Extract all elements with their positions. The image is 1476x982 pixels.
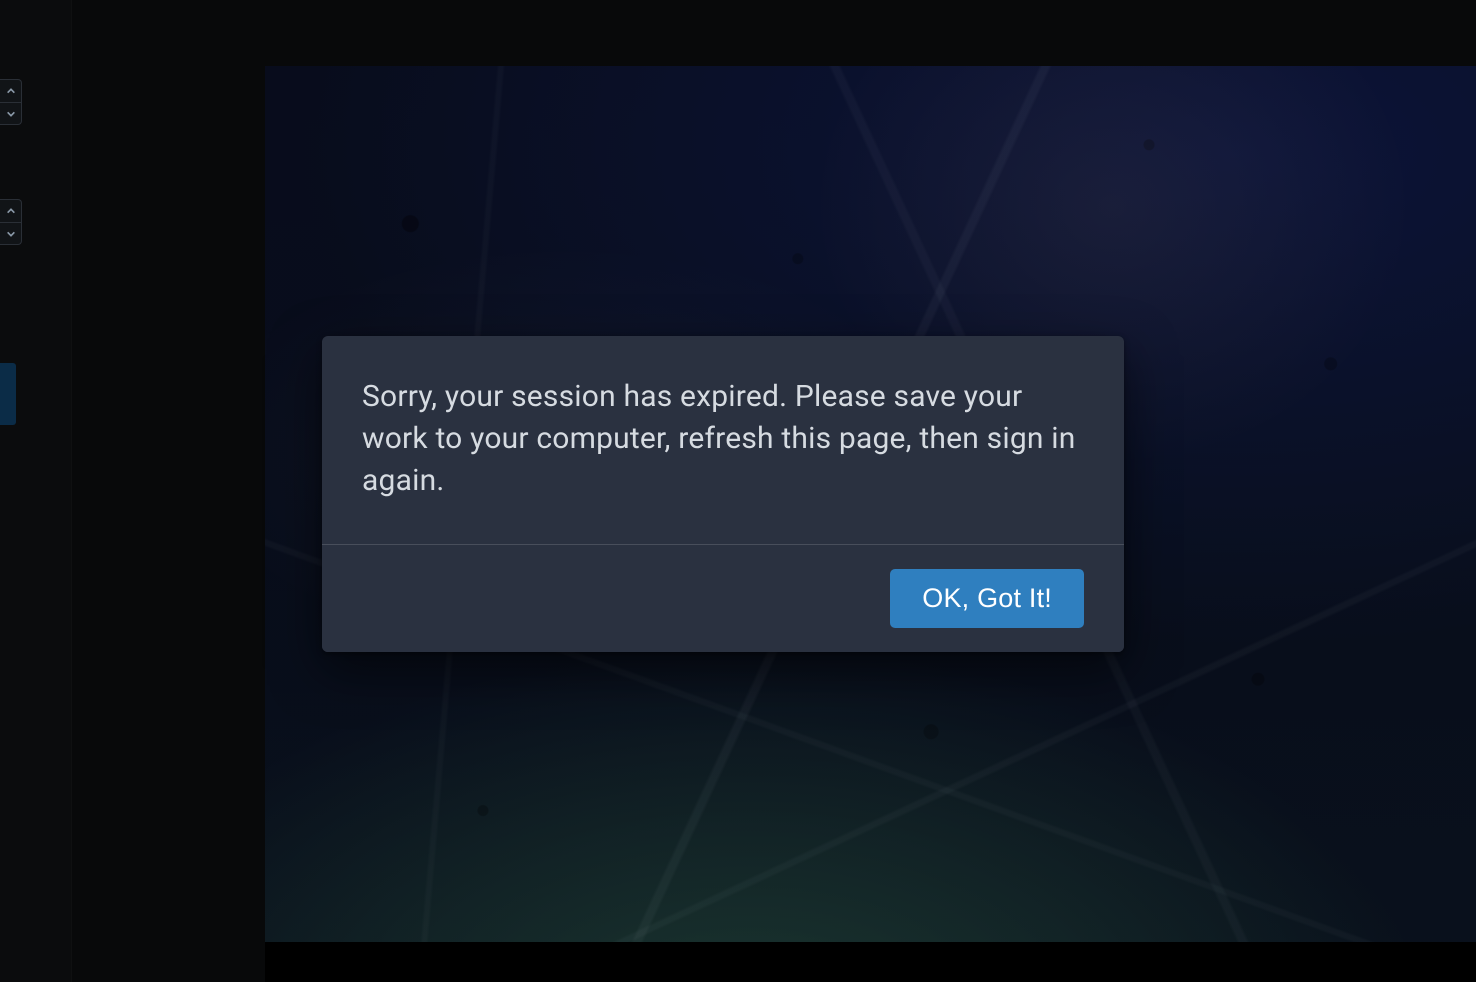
stepper-down-button[interactable] (0, 103, 21, 125)
numeric-stepper-2 (0, 199, 22, 245)
left-sidebar (0, 0, 72, 982)
chevron-down-icon (6, 104, 16, 123)
chevron-up-icon (6, 201, 16, 220)
numeric-stepper-1 (0, 79, 22, 125)
stepper-up-button[interactable] (0, 80, 21, 102)
stepper-up-button[interactable] (0, 200, 21, 222)
dialog-body: Sorry, your session has expired. Please … (322, 336, 1124, 544)
chevron-down-icon (6, 224, 16, 243)
session-expired-dialog: Sorry, your session has expired. Please … (322, 336, 1124, 652)
chevron-up-icon (6, 81, 16, 100)
left-gutter (72, 0, 265, 982)
dialog-footer: OK, Got It! (322, 544, 1124, 652)
ok-got-it-button[interactable]: OK, Got It! (890, 569, 1084, 628)
selected-tool-indicator[interactable] (0, 363, 16, 425)
top-margin (265, 0, 1476, 66)
stepper-down-button[interactable] (0, 223, 21, 245)
dialog-message: Sorry, your session has expired. Please … (362, 376, 1084, 502)
